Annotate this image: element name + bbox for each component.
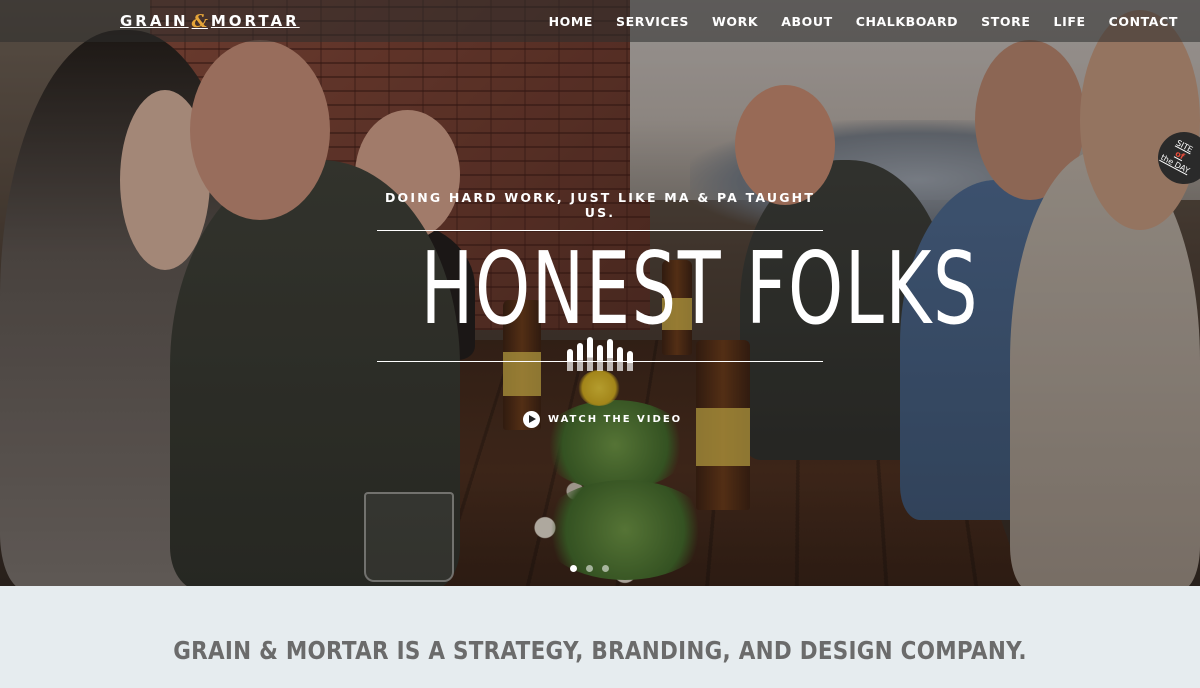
brand-logo[interactable]: GRAIN & MORTAR [120, 11, 300, 32]
hero-copy: DOING HARD WORK, JUST LIKE MA & PA TAUGH… [370, 190, 980, 371]
logo-ampersand: & [191, 10, 208, 32]
nav-chalkboard[interactable]: CHALKBOARD [856, 14, 958, 29]
play-icon [523, 411, 540, 428]
logo-word-mortar: MORTAR [210, 12, 300, 30]
slider-pagination [570, 565, 609, 572]
slide-dot-1[interactable] [570, 565, 577, 572]
nav-work[interactable]: WORK [712, 14, 758, 29]
nav-contact[interactable]: CONTACT [1109, 14, 1178, 29]
watch-video-link[interactable]: WATCH THE VIDEO [523, 411, 682, 428]
logo-word-grain: GRAIN [120, 12, 189, 30]
hero-section: GRAIN & MORTAR HOME SERVICES WORK ABOUT … [0, 0, 1200, 586]
hero-headline: HONEST FOLKS [420, 230, 980, 347]
slide-dot-3[interactable] [602, 565, 609, 572]
slide-dot-2[interactable] [586, 565, 593, 572]
nav-services[interactable]: SERVICES [616, 14, 689, 29]
nav-store[interactable]: STORE [981, 14, 1030, 29]
nav-life[interactable]: LIFE [1054, 14, 1086, 29]
hero-tagline: DOING HARD WORK, JUST LIKE MA & PA TAUGH… [384, 190, 816, 220]
nav-about[interactable]: ABOUT [781, 14, 833, 29]
intro-section: GRAIN & MORTAR IS A STRATEGY, BRANDING, … [0, 586, 1200, 688]
main-nav: HOME SERVICES WORK ABOUT CHALKBOARD STOR… [549, 14, 1178, 29]
nav-home[interactable]: HOME [549, 14, 593, 29]
top-navbar: GRAIN & MORTAR HOME SERVICES WORK ABOUT … [0, 0, 1200, 42]
watch-video-label: WATCH THE VIDEO [548, 414, 683, 425]
intro-title: GRAIN & MORTAR IS A STRATEGY, BRANDING, … [173, 636, 1027, 665]
